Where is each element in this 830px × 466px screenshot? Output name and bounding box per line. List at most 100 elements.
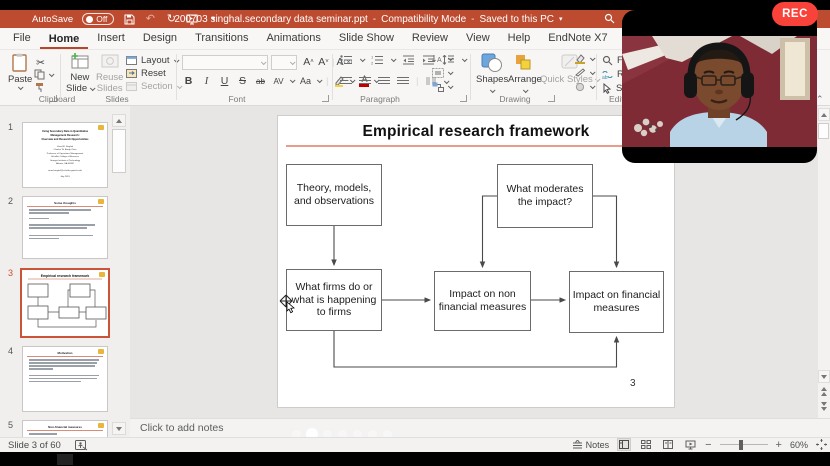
underline-button[interactable]: U <box>218 74 231 88</box>
scrollbar-thumb[interactable] <box>112 129 126 173</box>
find-icon[interactable] <box>602 55 613 66</box>
justify-icon[interactable] <box>397 77 409 86</box>
text-direction-icon[interactable]: A <box>432 54 444 64</box>
thumb-number-4: 4 <box>8 346 13 356</box>
autosave-label: AutoSave <box>32 14 73 25</box>
tab-insert[interactable]: Insert <box>88 28 134 49</box>
numbering-icon[interactable]: 12 <box>371 55 384 65</box>
reuse-slides-icon <box>100 53 120 71</box>
italic-button[interactable]: I <box>200 74 213 88</box>
reuse-slides-button[interactable]: ReuseSlides <box>96 53 123 95</box>
rec-badge: REC <box>772 2 818 26</box>
zoom-out-button[interactable]: − <box>705 439 711 451</box>
strikethrough-button[interactable]: S <box>236 74 249 88</box>
fit-to-window-icon[interactable] <box>816 439 827 450</box>
text-shadow-icon[interactable]: ab <box>254 74 267 88</box>
view-slide-sorter-button[interactable] <box>639 438 653 451</box>
reset-button[interactable]: Reset <box>126 68 166 79</box>
cut-icon[interactable]: ✂ <box>34 56 47 70</box>
thumbnail-scrollbar[interactable] <box>112 114 127 434</box>
align-right-icon[interactable] <box>378 77 390 86</box>
zoom-in-button[interactable]: + <box>776 439 782 451</box>
search-icon[interactable] <box>604 13 615 24</box>
institution-logo-icon <box>98 423 104 428</box>
collapse-ribbon-icon[interactable]: ⌃ <box>816 94 824 105</box>
institution-logo-icon <box>98 349 104 354</box>
character-spacing-icon[interactable]: AV <box>272 74 285 88</box>
shape-fill-icon[interactable] <box>574 54 586 64</box>
thumbnail-slide-3[interactable]: Empirical research framework <box>20 268 110 338</box>
scroll-up-icon[interactable] <box>112 114 126 127</box>
canvas-scrollbar[interactable] <box>818 106 830 418</box>
zoom-slider-thumb[interactable] <box>739 440 743 450</box>
thumbnail-slide-2[interactable]: Some thoughts <box>22 196 108 259</box>
tab-view[interactable]: View <box>457 28 499 49</box>
tab-animations[interactable]: Animations <box>257 28 329 49</box>
thumbnail-slide-5[interactable]: Non-financial measures <box>22 420 108 437</box>
scroll-up-icon[interactable] <box>818 108 830 121</box>
thumb-number-2: 2 <box>8 196 13 206</box>
notes-toggle[interactable]: Notes <box>572 440 610 450</box>
scroll-down-icon[interactable] <box>818 370 830 383</box>
notes-placeholder[interactable]: Click to add notes <box>140 422 223 434</box>
player-control-square <box>57 454 73 465</box>
align-text-icon[interactable] <box>432 68 444 78</box>
replace-icon[interactable]: ab <box>602 69 613 80</box>
slide[interactable]: Empirical research framework Theory, mod… <box>277 115 675 408</box>
scroll-down-icon[interactable] <box>112 422 126 435</box>
bullets-icon[interactable] <box>340 55 353 65</box>
notes-pane[interactable]: Click to add notes <box>130 418 830 437</box>
bold-button[interactable]: B <box>182 74 195 88</box>
decrease-indent-icon[interactable] <box>402 55 415 65</box>
slide-page-number: 3 <box>630 378 636 389</box>
view-normal-button[interactable] <box>617 438 631 451</box>
convert-smartart-icon[interactable] <box>432 82 444 92</box>
grow-font-icon[interactable]: A˄ <box>302 55 315 69</box>
shape-effects-icon[interactable] <box>574 82 586 92</box>
copy-icon[interactable] <box>34 69 45 80</box>
tab-design[interactable]: Design <box>134 28 186 49</box>
thumbnail-slide-4[interactable]: Motivation <box>22 346 108 412</box>
save-icon[interactable] <box>123 13 135 25</box>
slide-indicator[interactable]: Slide 3 of 60 <box>8 440 61 451</box>
tab-help[interactable]: Help <box>499 28 540 49</box>
tab-home[interactable]: Home <box>40 29 89 50</box>
undo-icon[interactable]: ↶ <box>144 13 156 25</box>
presenter-figure <box>622 36 817 147</box>
arrange-icon <box>514 53 536 73</box>
layout-button[interactable]: Layout <box>126 55 178 66</box>
select-icon[interactable] <box>602 83 612 94</box>
font-name-select[interactable] <box>182 55 268 70</box>
zoom-level[interactable]: 60% <box>790 440 808 450</box>
tab-endnote[interactable]: EndNote X7 <box>539 28 616 49</box>
next-slide-button[interactable] <box>818 400 830 413</box>
font-size-select[interactable] <box>271 55 297 70</box>
autosave-toggle[interactable]: Off <box>82 13 114 25</box>
previous-slide-button[interactable] <box>818 385 830 398</box>
view-slideshow-button[interactable] <box>683 438 697 451</box>
paste-button[interactable]: Paste <box>8 53 32 90</box>
shrink-font-icon[interactable]: A˅ <box>317 55 330 69</box>
institution-logo-icon <box>98 125 104 130</box>
new-slide-button[interactable]: NewSlide <box>66 53 94 95</box>
align-center-icon[interactable] <box>359 77 371 86</box>
tab-review[interactable]: Review <box>403 28 457 49</box>
accessibility-icon[interactable] <box>75 440 88 451</box>
thumbnail-slide-1[interactable]: Using Secondary Data in Quantitative Man… <box>22 122 108 188</box>
change-case-icon[interactable]: Aa <box>299 74 312 88</box>
tab-slide-show[interactable]: Slide Show <box>330 28 403 49</box>
view-reading-button[interactable] <box>661 438 675 451</box>
zoom-slider[interactable] <box>720 444 768 446</box>
section-button[interactable]: Section <box>126 81 181 92</box>
arrange-button[interactable]: Arrange <box>508 53 542 97</box>
scrollbar-thumb[interactable] <box>818 123 829 139</box>
tab-file[interactable]: File <box>4 28 40 49</box>
thumbnail-mini-diagram: Empirical research framework <box>22 270 108 336</box>
align-left-icon[interactable] <box>340 77 352 86</box>
format-painter-icon[interactable] <box>34 82 45 93</box>
svg-text:2: 2 <box>371 61 374 65</box>
shape-outline-icon[interactable] <box>574 68 586 78</box>
tab-transitions[interactable]: Transitions <box>186 28 257 49</box>
shapes-button[interactable]: Shapes <box>476 53 508 97</box>
thumb-number-3: 3 <box>8 268 13 278</box>
